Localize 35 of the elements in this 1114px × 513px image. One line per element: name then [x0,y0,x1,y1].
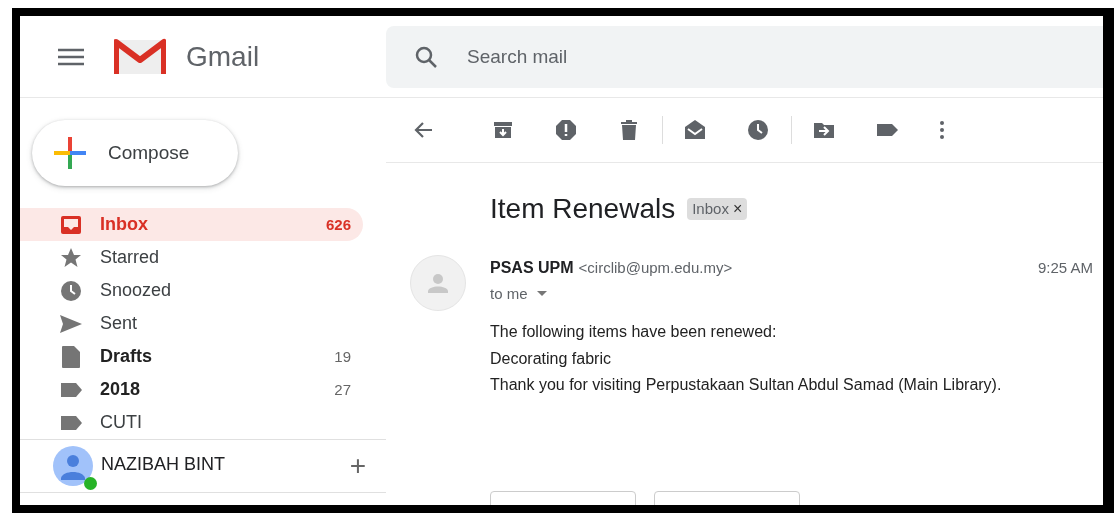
label-chip: Inbox × [687,198,748,220]
search-icon [414,44,438,69]
avatar-icon[interactable] [53,446,93,486]
more-icon[interactable] [938,118,946,142]
draft-icon [59,344,83,369]
open-envelope-icon[interactable] [683,118,707,142]
spam-icon[interactable] [554,118,578,142]
nav-item[interactable]: Drafts 19 [20,340,363,373]
nav-item[interactable]: CUTI [20,406,363,439]
recipient-dropdown[interactable]: to me [490,285,547,302]
nav-item[interactable]: Sent [20,307,363,340]
message-text: Decorating fabric [490,348,612,369]
menu-icon[interactable] [58,47,84,66]
envelope-logo-icon [114,37,166,76]
sender-email: <circlib@upm.edu.my> [578,259,734,276]
nav-item[interactable]: Starred [20,241,363,274]
sender-name: PSAS UPM [490,259,574,277]
email-subject: Item Renewals [490,193,676,225]
nav-item[interactable]: Snoozed [20,274,363,307]
account-name: NAZIBAH BINT [101,453,226,475]
message-text: Thank you for visiting Perpustakaan Sultan Abdul Samad (Main Library). [490,375,1003,395]
clock-icon [59,278,83,303]
nav-item[interactable]: Inbox 626 [20,208,363,241]
plus-icon [52,135,88,171]
nav-item[interactable]: 2018 27 [20,373,363,406]
logo-text: Gmail [186,40,260,73]
compose-button[interactable]: Compose [32,120,238,186]
search-field[interactable]: Search mail [386,25,1103,88]
message-time: 9:25 AM [1037,259,1093,276]
caret-icon [536,290,547,297]
message-text: The following items have been renewed: [490,322,778,342]
clock-icon[interactable] [746,118,770,142]
remove-label-button[interactable]: × [733,200,743,217]
sender-avatar-icon [410,255,466,311]
add-button[interactable]: + [343,449,372,483]
